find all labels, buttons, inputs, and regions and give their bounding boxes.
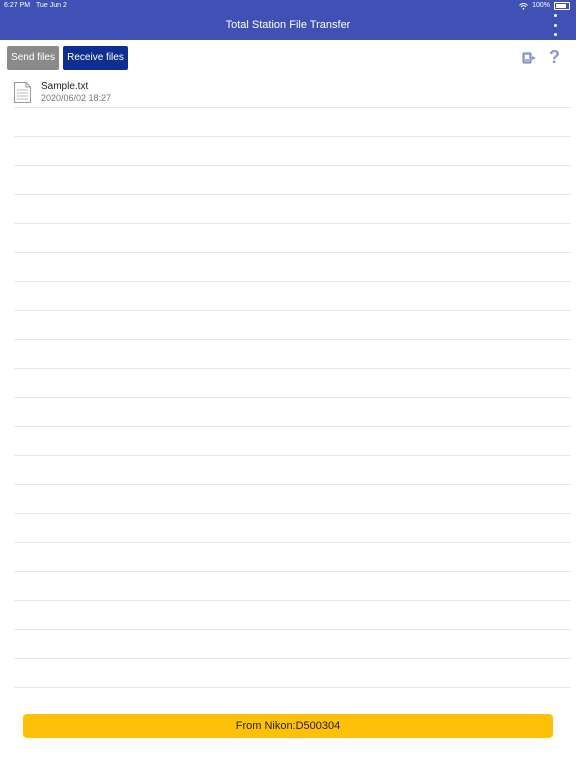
empty-list-row	[14, 543, 571, 572]
empty-list-row	[14, 572, 571, 601]
file-list-item[interactable]: Sample.txt 2020/06/02 18:27	[14, 79, 571, 108]
status-time: 6:27 PM	[4, 2, 31, 9]
empty-list-row	[14, 456, 571, 485]
empty-list-row	[14, 601, 571, 630]
from-device-button[interactable]: From Nikon:D500304	[23, 714, 553, 738]
more-vertical-icon[interactable]	[550, 14, 560, 36]
empty-list-row	[14, 166, 571, 195]
empty-list-row	[14, 282, 571, 311]
help-icon[interactable]: ?	[549, 47, 560, 68]
menu-dot	[553, 23, 557, 27]
send-files-button[interactable]: Send files	[7, 46, 59, 70]
empty-list-row	[14, 195, 571, 224]
empty-list-row	[14, 108, 571, 137]
menu-dot	[553, 33, 557, 36]
empty-list-row	[14, 369, 571, 398]
battery-icon	[554, 2, 570, 10]
empty-list-row	[14, 224, 571, 253]
status-bar: 6:27 PM Tue Jun 2 100%	[0, 0, 576, 12]
empty-list-row	[14, 427, 571, 456]
text-file-icon	[14, 82, 31, 103]
empty-list-row	[14, 485, 571, 514]
empty-list-row	[14, 514, 571, 543]
empty-list-row	[14, 659, 571, 688]
app-title: Total Station File Transfer	[225, 19, 351, 31]
battery-percent: 100%	[532, 2, 550, 9]
status-date: Tue Jun 2	[36, 2, 67, 9]
device-transfer-icon[interactable]	[522, 50, 538, 66]
empty-list-row	[14, 340, 571, 369]
top-bar: 6:27 PM Tue Jun 2 100% Total Station Fil…	[0, 0, 576, 40]
empty-list-row	[14, 311, 571, 340]
menu-dot	[553, 14, 557, 17]
file-date: 2020/06/02 18:27	[41, 93, 112, 103]
status-right: 100%	[519, 0, 570, 12]
file-name: Sample.txt	[41, 81, 89, 92]
empty-list-row	[14, 253, 571, 282]
receive-files-button[interactable]: Receive files	[63, 46, 128, 70]
wifi-icon	[519, 2, 528, 10]
empty-list-row	[14, 398, 571, 427]
empty-list-row	[14, 137, 571, 166]
empty-list-row	[14, 630, 571, 659]
file-list: Sample.txt 2020/06/02 18:27	[14, 79, 571, 688]
